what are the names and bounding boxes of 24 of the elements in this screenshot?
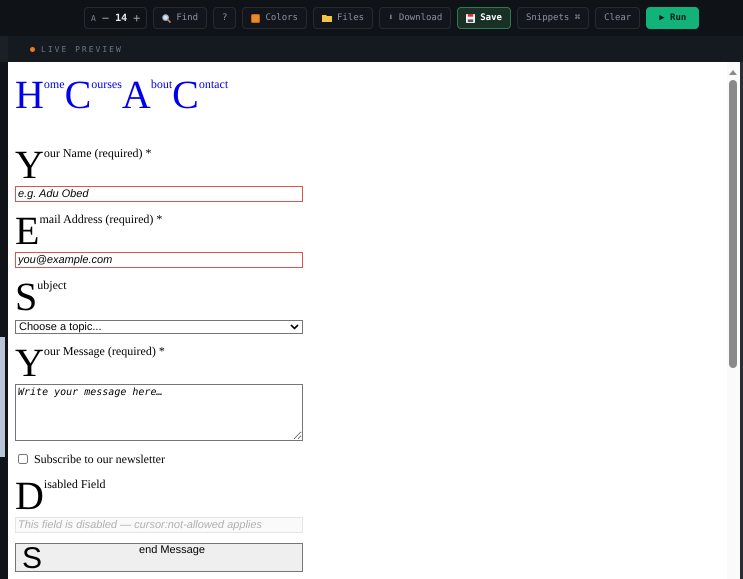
- status-dot: [30, 46, 35, 52]
- folder-icon: [322, 14, 332, 22]
- toolbar-button[interactable]: ⬇ Download: [379, 7, 452, 29]
- toolbar-button[interactable]: Colors: [242, 7, 307, 29]
- search-icon: [162, 14, 172, 22]
- scroll-thumb[interactable]: [729, 80, 737, 368]
- toolbar-button[interactable]: Files: [312, 7, 374, 29]
- toolbar-button[interactable]: ?: [213, 7, 236, 29]
- toolbar-button[interactable]: Find: [153, 7, 208, 29]
- preview-title: LIVE PREVIEW: [41, 44, 123, 54]
- newsletter-checkbox[interactable]: [18, 454, 28, 464]
- checkbox-label: Subscribe to our newsletter: [34, 452, 165, 466]
- scrollbar[interactable]: [727, 62, 740, 579]
- chevron-down-icon: [290, 324, 299, 330]
- font-size-control[interactable]: A − 14 +: [84, 7, 148, 29]
- toolbar-button[interactable]: Clear: [595, 7, 640, 29]
- toolbar-button[interactable]: Save: [457, 7, 511, 29]
- message-field[interactable]: Write your message here…: [15, 384, 303, 441]
- text-field[interactable]: e.g. Adu Obed: [15, 186, 303, 202]
- topic-dropdown[interactable]: Choose a topic...: [15, 320, 303, 334]
- swatch-icon: [251, 14, 260, 22]
- toolbar-button[interactable]: Snippets ⌘: [516, 7, 590, 29]
- toolbar-button[interactable]: ▶ Run: [646, 7, 700, 29]
- scroll-up-icon[interactable]: [729, 70, 737, 75]
